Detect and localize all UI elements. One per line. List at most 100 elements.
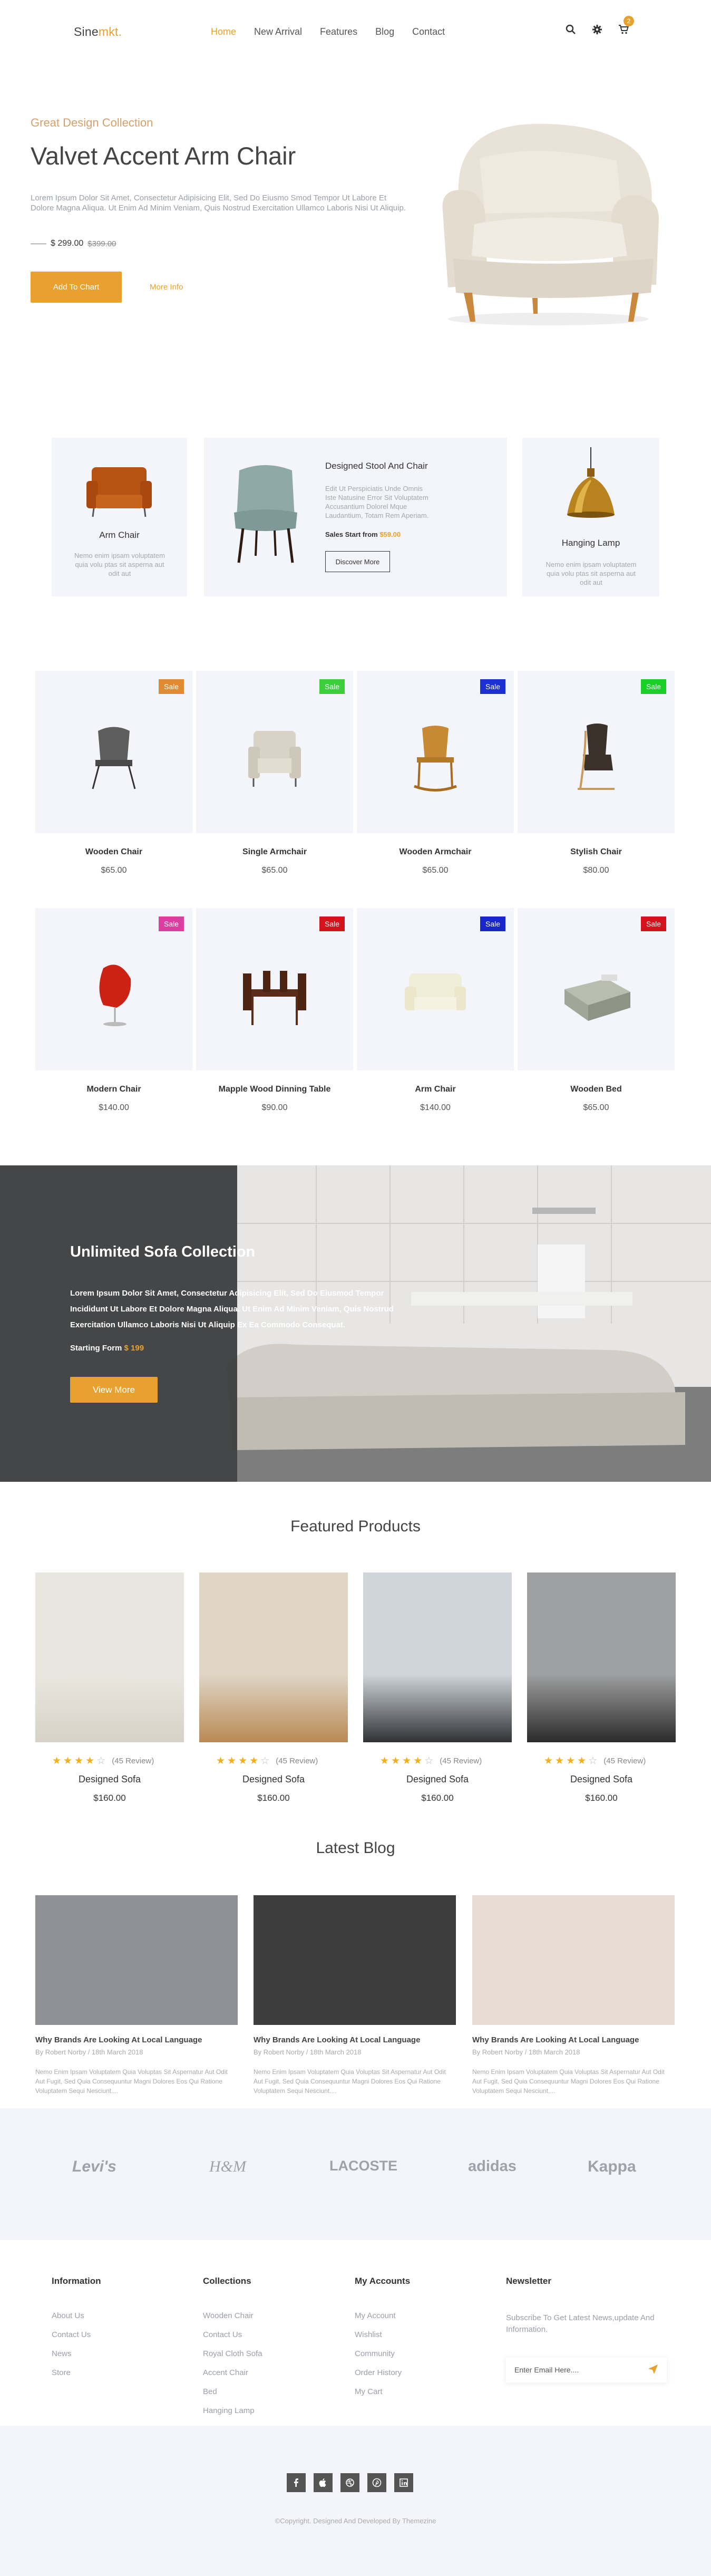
category-card-armchair[interactable]: Arm Chair Nemo enim ipsam voluptatem qui… — [52, 438, 187, 596]
product-card[interactable]: Sale — [357, 671, 514, 833]
main-nav: Home New Arrival Features Blog Contact — [211, 26, 445, 37]
footer-link[interactable]: Contact Us — [52, 2330, 91, 2339]
footer-link[interactable]: About Us — [52, 2311, 84, 2320]
blog-post-title[interactable]: Why Brands Are Looking At Local Language — [472, 2035, 639, 2044]
product-card[interactable]: Sale — [518, 671, 675, 833]
apple-icon[interactable] — [314, 2473, 333, 2492]
search-icon[interactable] — [566, 24, 576, 35]
footer-link[interactable]: Bed — [203, 2387, 217, 2396]
nav-contact[interactable]: Contact — [412, 26, 445, 37]
footer-link[interactable]: Community — [355, 2349, 395, 2358]
facebook-icon[interactable] — [287, 2473, 306, 2492]
footer-link[interactable]: Contact Us — [203, 2330, 242, 2339]
brand-lacoste[interactable]: LACOSTE — [329, 2158, 397, 2174]
dribbble-icon[interactable] — [340, 2473, 359, 2492]
pinterest-icon[interactable] — [367, 2473, 386, 2492]
product-name[interactable]: Arm Chair — [357, 1085, 514, 1094]
blog-image[interactable] — [35, 1895, 238, 2025]
newsletter-email-field[interactable]: Enter Email Here.... — [506, 2357, 667, 2382]
brand-hm[interactable]: H&M — [209, 2158, 246, 2176]
cart-icon[interactable]: 2 — [618, 16, 634, 35]
blog-post-title[interactable]: Why Brands Are Looking At Local Language — [254, 2035, 420, 2044]
star-icon: ★ — [74, 1755, 84, 1767]
product-card[interactable]: Sale — [35, 671, 192, 833]
featured-product-name[interactable]: Designed Sofa — [199, 1774, 348, 1785]
featured-product-image[interactable] — [35, 1572, 184, 1742]
logo-accent-text: mkt. — [98, 25, 122, 38]
hero-subtitle: Great Design Collection — [31, 116, 153, 129]
product-name[interactable]: Modern Chair — [35, 1085, 192, 1094]
newsletter-text: Subscribe To Get Latest News,update And … — [506, 2313, 655, 2334]
featured-product-image[interactable] — [363, 1572, 512, 1742]
footer-link[interactable]: Store — [52, 2368, 71, 2377]
blog-image[interactable] — [254, 1895, 456, 2025]
featured-product-price: $160.00 — [585, 1793, 618, 1803]
product-name[interactable]: Wooden Chair — [35, 847, 192, 857]
brand-kappa[interactable]: Kappa — [588, 2158, 636, 2176]
brand-levis[interactable]: Levi's — [72, 2158, 116, 2176]
blog-post-title[interactable]: Why Brands Are Looking At Local Language — [35, 2035, 202, 2044]
nav-new-arrival[interactable]: New Arrival — [254, 26, 302, 37]
gear-icon[interactable] — [592, 24, 602, 35]
more-info-link[interactable]: More Info — [150, 283, 183, 292]
nav-blog[interactable]: Blog — [375, 26, 394, 37]
blog-image[interactable] — [472, 1895, 675, 2025]
product-card[interactable]: Sale — [35, 908, 192, 1070]
product-name[interactable]: Wooden Armchair — [357, 847, 514, 857]
footer-link[interactable]: My Cart — [355, 2387, 383, 2396]
logo[interactable]: Sinemkt. — [74, 25, 122, 39]
product-name[interactable]: Wooden Bed — [518, 1085, 675, 1094]
footer-link[interactable]: News — [52, 2349, 72, 2358]
hero-armchair-image — [411, 111, 685, 332]
featured-product-name[interactable]: Designed Sofa — [527, 1774, 676, 1785]
sale-badge: Sale — [319, 916, 345, 931]
footer-link[interactable]: Wishlist — [355, 2330, 382, 2339]
product-image — [92, 727, 136, 789]
star-icon: ★ — [413, 1755, 423, 1767]
product-name[interactable]: Stylish Chair — [518, 847, 675, 857]
social-links — [287, 2473, 413, 2492]
sales-price: $59.00 — [379, 530, 401, 538]
blog-post-excerpt: Nemo Enim Ipsam Voluptatem Quia Voluptas… — [472, 2068, 665, 2095]
add-to-chart-button[interactable]: Add To Chart — [31, 272, 122, 303]
product-card[interactable]: Sale — [357, 908, 514, 1070]
linkedin-icon[interactable] — [394, 2473, 413, 2492]
nav-home[interactable]: Home — [211, 26, 236, 37]
featured-product-name[interactable]: Designed Sofa — [363, 1774, 512, 1785]
product-card[interactable]: Sale — [518, 908, 675, 1070]
sale-badge: Sale — [480, 679, 505, 694]
send-icon[interactable] — [648, 2364, 658, 2376]
footer-link[interactable]: Accent Chair — [203, 2368, 248, 2377]
featured-product-image[interactable] — [199, 1572, 348, 1742]
star-icon: ☆ — [260, 1755, 270, 1767]
discover-more-button[interactable]: Discover More — [325, 551, 390, 572]
category-card-hanging-lamp[interactable]: Hanging Lamp Nemo enim ipsam voluptatem … — [522, 438, 659, 596]
category-title: Arm Chair — [99, 530, 140, 540]
footer-link[interactable]: My Account — [355, 2311, 396, 2320]
footer-newsletter-title: Newsletter — [506, 2276, 551, 2286]
product-card[interactable]: Sale — [196, 908, 353, 1070]
footer-link[interactable]: Hanging Lamp — [203, 2406, 255, 2415]
header-icons: 2 — [566, 16, 634, 35]
star-icon: ★ — [227, 1755, 237, 1767]
footer-link[interactable]: Order History — [355, 2368, 402, 2377]
view-more-button[interactable]: View More — [70, 1377, 158, 1403]
category-card-stool-chair[interactable]: Designed Stool And Chair Edit Ut Perspic… — [204, 438, 507, 596]
star-icon: ☆ — [424, 1755, 434, 1767]
logo-text: Sine — [74, 25, 99, 38]
product-name[interactable]: Mapple Wood Dinning Table — [196, 1085, 353, 1094]
featured-product-price: $160.00 — [93, 1793, 126, 1803]
product-card[interactable]: Sale — [196, 671, 353, 833]
footer-link[interactable]: Royal Cloth Sofa — [203, 2349, 262, 2358]
footer-link[interactable]: Wooden Chair — [203, 2311, 254, 2320]
product-name[interactable]: Single Armchair — [196, 847, 353, 857]
brand-adidas[interactable]: adidas — [468, 2158, 517, 2175]
review-count: (45 Review) — [440, 1757, 482, 1765]
hero-price: $ 299.00 $399.00 — [31, 239, 116, 248]
featured-product-name[interactable]: Designed Sofa — [35, 1774, 184, 1785]
nav-features[interactable]: Features — [320, 26, 357, 37]
category-description: Edit Ut Perspiciatis Unde Omnis Iste Nat… — [325, 485, 429, 519]
sale-badge: Sale — [159, 679, 184, 694]
featured-product-image[interactable] — [527, 1572, 676, 1742]
star-icon: ★ — [391, 1755, 401, 1767]
